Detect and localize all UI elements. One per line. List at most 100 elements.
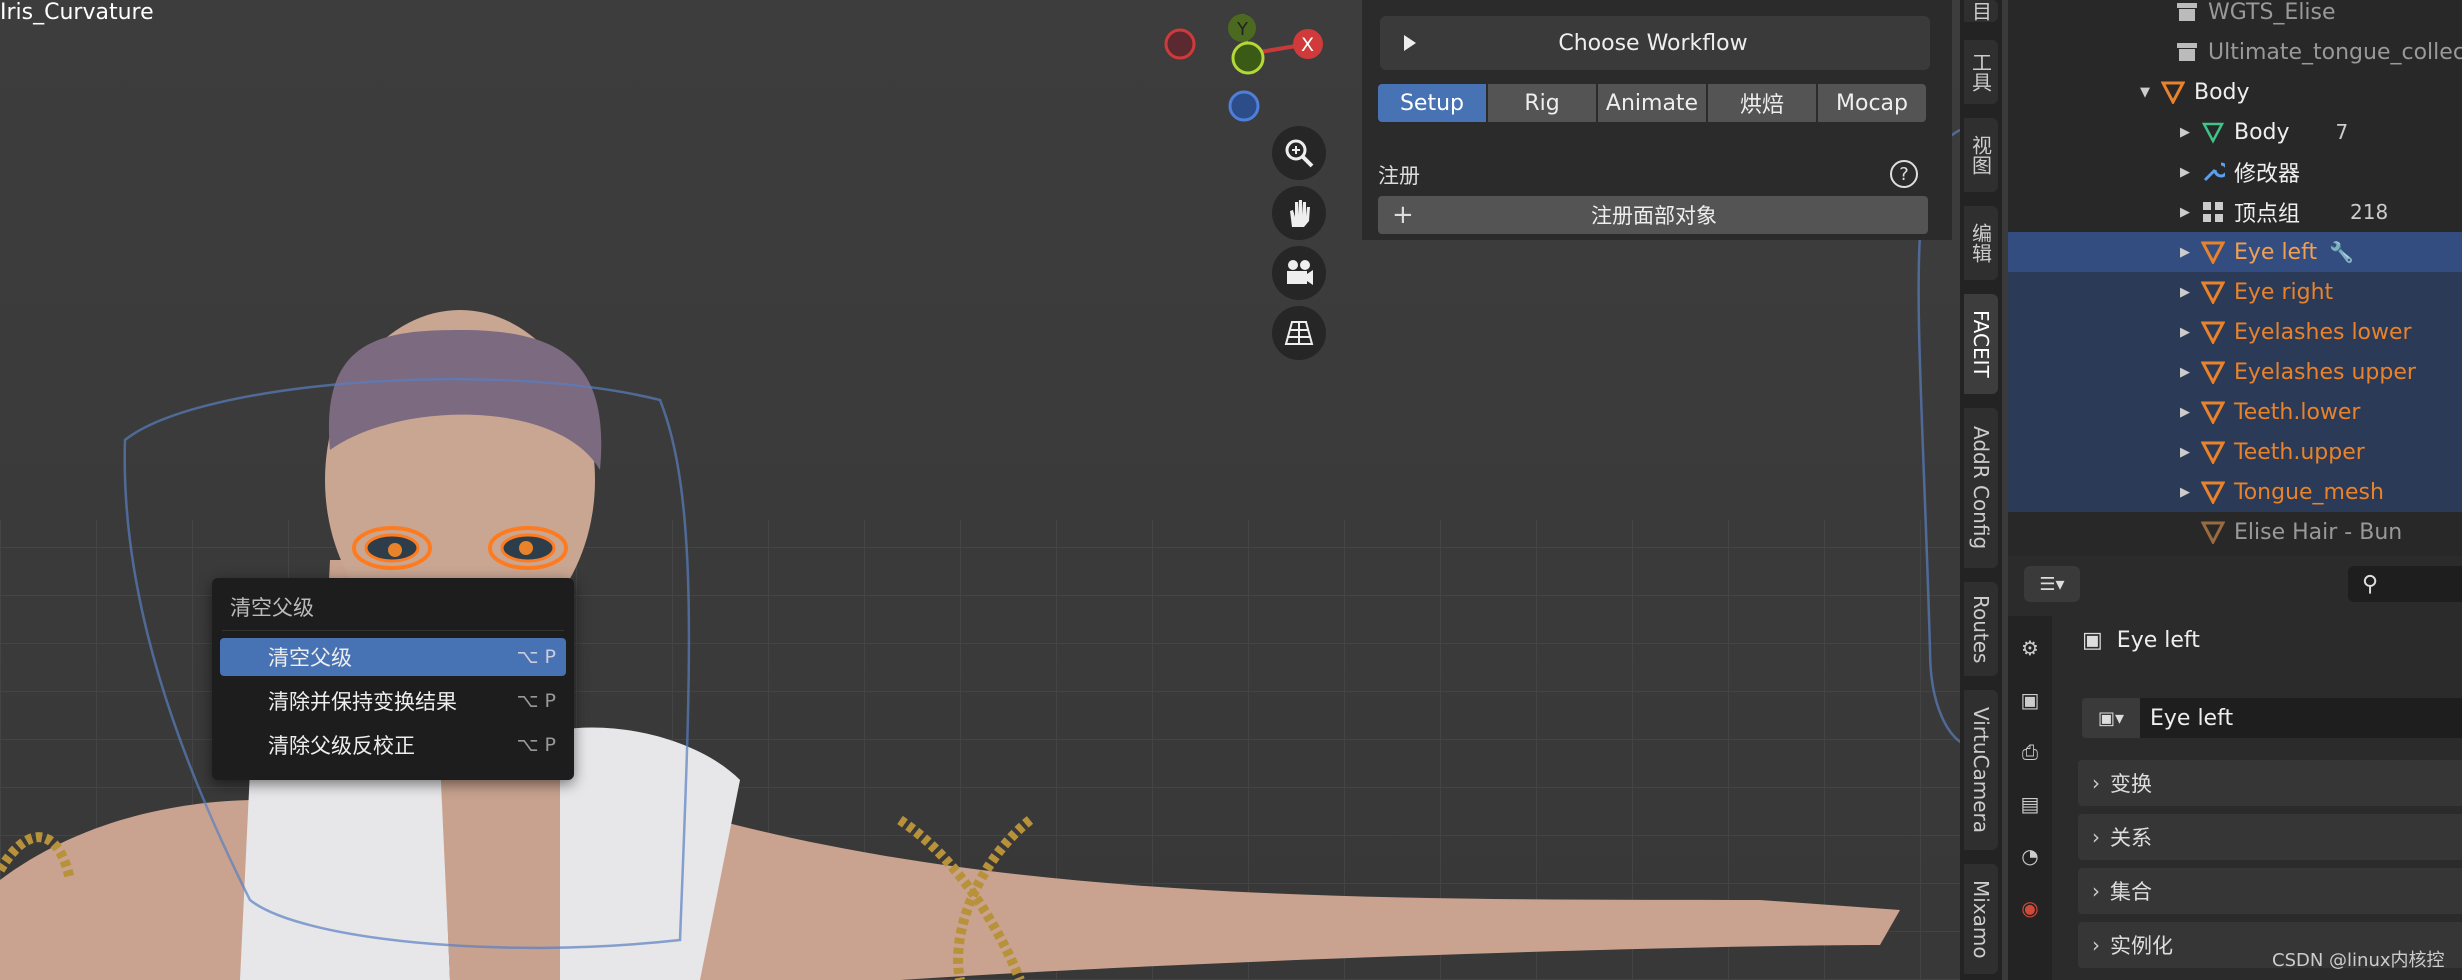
zoom-icon[interactable] [1272,126,1326,180]
world-icon[interactable]: ◉ [2016,894,2044,922]
outliner-row-eye-right[interactable]: ▶ Eye right [2008,272,2462,312]
tab-routes[interactable]: Routes [1964,582,1998,676]
collection-icon [2174,0,2200,25]
collection-icon [2174,39,2200,65]
mesh-object-icon [2200,279,2226,305]
tab-faceit[interactable]: FACEIT [1964,294,1998,394]
outliner-row-name: Eyelashes lower [2234,319,2412,345]
editor-type-dropdown[interactable]: ☰▾ [2024,566,2080,602]
sidebar-tabs: 目 工具 视图 编辑 FACEIT AddR Config Routes Vir… [1960,0,2002,980]
tab-bake[interactable]: 烘焙 [1708,84,1816,122]
mesh-object-icon [2160,79,2186,105]
mesh-object-icon [2200,359,2226,385]
expand-right-icon: ▶ [2180,364,2190,380]
outliner-row-teeth-lower[interactable]: ▶ Teeth.lower [2008,392,2462,432]
gizmo-y-label: Y [1236,19,1249,40]
outliner-row-body-object[interactable]: ▼ Body [2008,72,2462,112]
tab-virtucamera[interactable]: VirtuCamera [1964,690,1998,850]
3d-viewport[interactable]: Iris_Curvature Y X Choose Workflow Setup… [0,0,1960,980]
watermark: CSDN @linux内核控 [2272,950,2445,971]
section-label: 实例化 [2110,934,2173,958]
expand-right-icon: ▶ [2180,484,2190,500]
menu-item-shortcut: ⌥ P [516,646,556,668]
vertex-group-count: 218 [2350,200,2389,224]
expand-right-icon: ▶ [2180,284,2190,300]
outliner-row-teeth-upper[interactable]: ▶ Teeth.upper [2008,432,2462,472]
render-icon[interactable]: ▣ [2016,686,2044,714]
faceit-panel: Choose Workflow Setup Rig Animate 烘焙 Moc… [1362,0,1952,240]
register-button-label: 注册面部对象 [1591,204,1717,228]
chevron-right-icon: › [2092,879,2100,903]
section-label: 变换 [2110,772,2152,796]
tab-mocap[interactable]: Mocap [1818,84,1926,122]
outliner-row-body-mesh[interactable]: ▶ Body 7 [2008,112,2462,152]
outliner-row-modifiers[interactable]: ▶ 修改器 [2008,152,2462,192]
outliner-row-name: 顶点组 [2234,202,2301,227]
outliner-row-name: Teeth.lower [2234,399,2361,425]
tool-settings-icon[interactable]: ⚙ [2016,634,2044,662]
grid-icon[interactable] [1272,306,1326,360]
expand-right-icon: ▶ [2180,244,2190,260]
outliner-row-name: Teeth.upper [2234,439,2365,465]
mesh-data-icon [2200,119,2226,145]
outliner-row-name: Elise Hair - Bun [2234,519,2403,545]
menu-item-label: 清空父级 [268,646,352,670]
choose-workflow-label: Choose Workflow [1558,30,1748,56]
tab-rig[interactable]: Rig [1488,84,1596,122]
plus-icon: + [1392,200,1414,230]
section-transform[interactable]: › 变换 [2078,760,2462,806]
outliner-row-eyelashes-lower[interactable]: ▶ Eyelashes lower [2008,312,2462,352]
choose-workflow-header[interactable]: Choose Workflow [1380,16,1930,70]
tab-setup[interactable]: Setup [1378,84,1486,122]
expand-triangle-icon [1404,35,1416,51]
expand-right-icon: ▶ [2180,204,2190,220]
menu-item-shortcut: ⌥ P [516,690,556,712]
outliner-row[interactable]: Ultimate_tongue_collec [2008,32,2462,72]
outliner-row-hair[interactable]: Elise Hair - Bun [2008,512,2462,552]
view-layer-icon[interactable]: ▤ [2016,790,2044,818]
vertex-group-icon [2200,199,2226,225]
mesh-object-icon [2200,439,2226,465]
menu-item-clear-parent-inverse[interactable]: 清除父级反校正 ⌥ P [220,726,566,764]
menu-item-clear-parent[interactable]: 清空父级 ⌥ P [220,638,566,676]
tab-addr-config[interactable]: AddR Config [1964,408,1998,568]
outliner-row-name: Body [2194,79,2250,105]
material-count: 7 [2335,120,2349,144]
mesh-object-icon [2200,319,2226,345]
outliner-row-eye-left[interactable]: ▶ Eye left 🔧 [2008,232,2462,272]
section-collections[interactable]: › 集合 [2078,868,2462,914]
hand-icon[interactable] [1272,186,1326,240]
menu-separator [222,630,564,631]
tab-tool[interactable]: 工具 [1964,40,1998,104]
chevron-right-icon: › [2092,825,2100,849]
section-label: 集合 [2110,880,2152,904]
expand-right-icon: ▶ [2180,324,2190,340]
mesh-object-icon [2200,519,2226,545]
camera-icon[interactable] [1272,246,1326,300]
scene-icon[interactable]: ◔ [2016,842,2044,870]
outliner-row-tongue-mesh[interactable]: ▶ Tongue_mesh [2008,472,2462,512]
register-face-objects-button[interactable]: + 注册面部对象 [1378,196,1928,234]
tab-edit[interactable]: 编辑 [1964,206,1998,280]
object-name-field[interactable]: Eye left [2140,698,2462,738]
section-relations[interactable]: › 关系 [2078,814,2462,860]
tab-animate[interactable]: Animate [1598,84,1706,122]
outliner-row-eyelashes-upper[interactable]: ▶ Eyelashes upper [2008,352,2462,392]
tab-item[interactable]: 目 [1964,0,1998,22]
tab-mixamo[interactable]: Mixamo [1964,864,1998,974]
object-header: ▣ Eye left [2082,628,2200,653]
help-icon[interactable]: ? [1890,160,1918,188]
outliner-row-name: Eye right [2234,279,2334,305]
outliner-row-name: Ultimate_tongue_collec [2208,39,2462,65]
outliner[interactable]: WGTS_Elise Ultimate_tongue_collec ▼ Body… [2008,0,2462,556]
outliner-row-vertex-groups[interactable]: ▶ 顶点组 218 [2008,192,2462,232]
object-type-dropdown[interactable]: ▣▾ [2082,698,2140,738]
outliner-row[interactable]: WGTS_Elise [2008,0,2462,32]
chevron-right-icon: › [2092,933,2100,957]
outliner-row-name: Eye left [2234,239,2318,265]
axis-gizmo[interactable]: Y X [1150,0,1350,140]
search-icon[interactable]: ⚲ [2348,566,2462,602]
menu-item-clear-keep-transform[interactable]: 清除并保持变换结果 ⌥ P [220,682,566,720]
tab-view[interactable]: 视图 [1964,118,1998,192]
output-icon[interactable]: ⎙ [2016,738,2044,766]
